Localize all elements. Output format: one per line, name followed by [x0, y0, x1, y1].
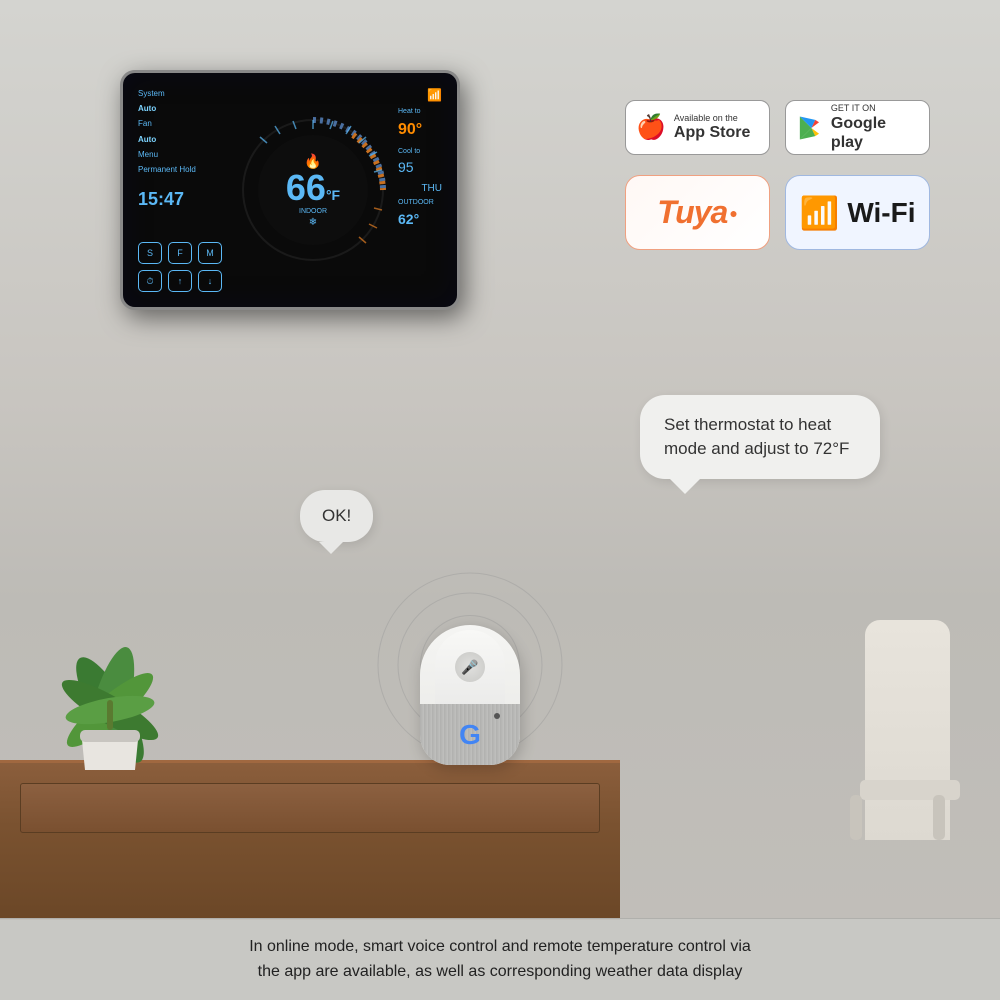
menu-auto: Auto: [138, 103, 228, 114]
app-store-badge[interactable]: 🍎 Available on the App Store: [625, 100, 770, 155]
smart-speaker: 🎤 G: [420, 625, 520, 765]
cool-temperature: 95: [398, 157, 442, 178]
caption-line2: the app are available, as well as corres…: [30, 959, 970, 985]
caption-line1: In online mode, smart voice control and …: [30, 934, 970, 960]
thermostat-dial-area: 🔥 66°F INDOOR ❄: [238, 88, 388, 292]
btn-clock[interactable]: ⏱: [138, 270, 162, 292]
dial-inner-display: 🔥 66°F INDOOR ❄: [258, 135, 368, 245]
heat-temperature: 90°: [398, 118, 442, 142]
ok-response-bubble: OK!: [300, 490, 373, 542]
apple-icon: 🍎: [636, 113, 666, 142]
speaker-body: 🎤 G: [420, 625, 520, 765]
app-badges-area: 🍎 Available on the App Store GET IT ON G…: [625, 100, 930, 250]
speaker-top: 🎤: [435, 630, 505, 704]
wifi-symbol-icon: 📶: [799, 194, 839, 232]
cool-info: Cool to 95: [398, 147, 442, 179]
heat-info: Heat to 90°: [398, 107, 442, 142]
speaker-indicator-dot: [494, 713, 500, 719]
btn-up[interactable]: ↑: [168, 270, 192, 292]
chair-seat: [860, 780, 960, 800]
cool-icon: ❄: [309, 217, 317, 228]
chair-leg-left: [850, 795, 862, 840]
app-store-main: App Store: [674, 123, 750, 142]
plant-decoration: [30, 550, 190, 770]
indoor-label: INDOOR: [299, 208, 327, 215]
google-play-main: Google play: [831, 114, 919, 152]
tuya-badge: Tuya ●: [625, 175, 770, 250]
app-store-sub: Available on the: [674, 113, 750, 124]
speaker-g-logo: G: [459, 719, 481, 751]
google-play-icon: [796, 114, 823, 142]
tuya-brand-text: Tuya: [657, 194, 727, 231]
thermostat-buttons: S F M ⏱ ↑ ↓: [138, 242, 228, 292]
speaker-fabric-bottom: G: [420, 704, 520, 765]
dresser-furniture: [0, 760, 620, 920]
btn-s[interactable]: S: [138, 242, 162, 264]
chair-decoration: [840, 620, 960, 920]
current-temperature: 66°F: [286, 170, 340, 206]
temperature-dial: 🔥 66°F INDOOR ❄: [238, 115, 388, 265]
heat-to-label: Heat to: [398, 107, 442, 118]
google-play-sub: GET IT ON: [831, 103, 919, 114]
menu-hold: Permanent Hold: [138, 164, 228, 175]
google-play-badge[interactable]: GET IT ON Google play: [785, 100, 930, 155]
thermostat-time: 15:47: [138, 189, 228, 210]
dresser-drawer: [20, 783, 600, 833]
menu-menu: Menu: [138, 149, 228, 160]
ok-response-text: OK!: [322, 506, 351, 525]
thermostat-right-panel: 📶 Heat to 90° Cool to 95 THU OUTDOOR 62°: [398, 88, 442, 292]
download-badges-row: 🍎 Available on the App Store GET IT ON G…: [625, 100, 930, 155]
menu-system: System: [138, 88, 228, 99]
day-display: THU: [398, 183, 442, 194]
btn-f[interactable]: F: [168, 242, 192, 264]
voice-command-bubble: Set thermostat to heat mode and adjust t…: [640, 395, 880, 479]
outdoor-label: OUTDOOR: [398, 199, 442, 206]
wifi-badge: 📶 Wi-Fi: [785, 175, 930, 250]
app-store-text: Available on the App Store: [674, 113, 750, 143]
google-play-text: GET IT ON Google play: [831, 103, 919, 152]
chair-leg-right: [933, 795, 945, 840]
wifi-icon-thermostat: 📶: [398, 88, 442, 102]
wifi-brand-text: Wi-Fi: [847, 197, 915, 229]
thermostat-left-panel: System Auto Fan Auto Menu Permanent Hold…: [138, 88, 228, 292]
menu-auto2: Auto: [138, 134, 228, 145]
btn-down[interactable]: ↓: [198, 270, 222, 292]
speaker-mic-button[interactable]: 🎤: [455, 652, 485, 682]
menu-fan: Fan: [138, 118, 228, 129]
outdoor-temperature: 62°: [398, 211, 442, 227]
voice-command-text: Set thermostat to heat mode and adjust t…: [664, 415, 849, 458]
cool-to-label: Cool to: [398, 147, 442, 158]
btn-m[interactable]: M: [198, 242, 222, 264]
brand-badges-row: Tuya ● 📶 Wi-Fi: [625, 175, 930, 250]
thermostat-device: System Auto Fan Auto Menu Permanent Hold…: [120, 70, 460, 310]
bottom-caption-bar: In online mode, smart voice control and …: [0, 918, 1000, 1000]
